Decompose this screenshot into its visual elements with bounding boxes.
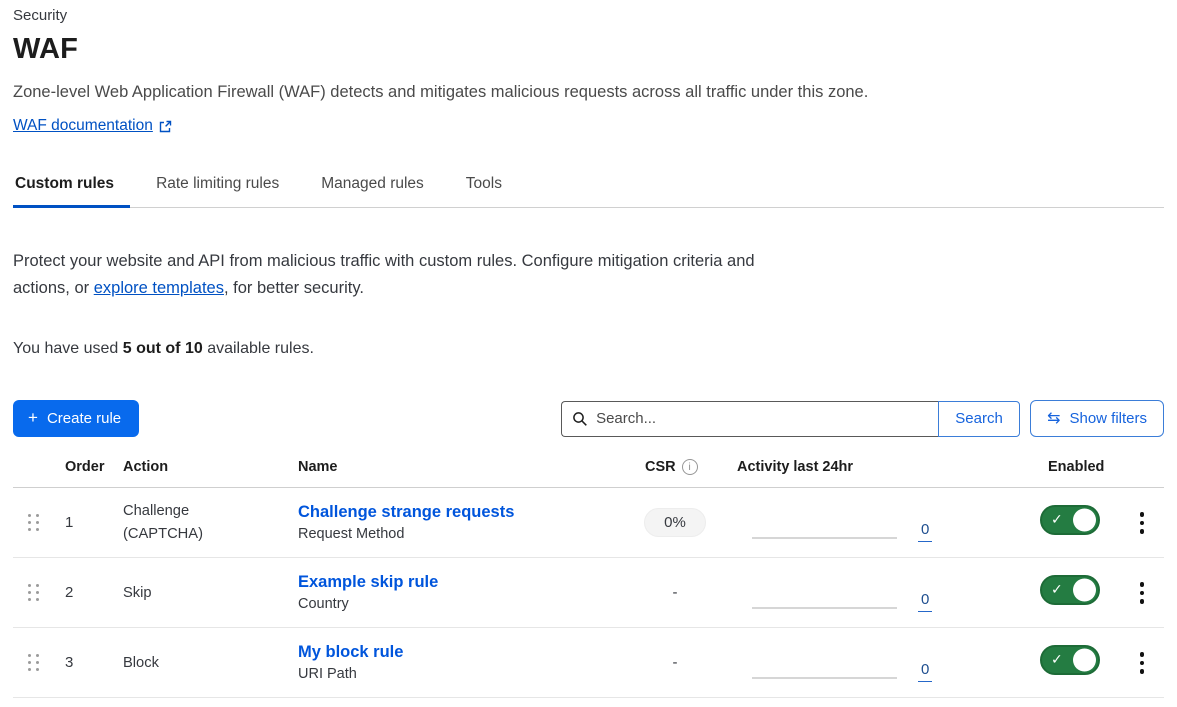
custom-rules-table: Order Action Name CSR i Activity last 24… <box>13 459 1164 698</box>
rule-name-cell: My block rule URI Path <box>285 643 630 682</box>
activity-sparkline <box>752 677 897 679</box>
create-rule-label: Create rule <box>47 410 121 427</box>
page-description: Zone-level Web Application Firewall (WAF… <box>13 83 1164 102</box>
intro-text-after: , for better security. <box>224 279 364 297</box>
search-box: Search <box>561 401 1020 437</box>
table-row-example-skip-rule: 2 Skip Example skip rule Country - 0 ✓ <box>13 558 1164 628</box>
waf-page: Security WAF Zone-level Web Application … <box>13 0 1164 698</box>
rule-field: Request Method <box>298 526 630 542</box>
enabled-cell: ✓ <box>1030 505 1120 540</box>
doc-link-label: WAF documentation <box>13 117 153 135</box>
rule-field: URI Path <box>298 666 630 682</box>
usage-count: 5 out of 10 <box>123 340 203 357</box>
column-header-name: Name <box>285 459 630 475</box>
rule-action: Skip <box>110 582 235 605</box>
rule-action: Block <box>110 652 235 675</box>
intro-text: Protect your website and API from malici… <box>13 248 758 302</box>
rule-name-link[interactable]: Challenge strange requests <box>298 503 630 522</box>
rules-toolbar: + Create rule Search ⇆ Show filt <box>13 400 1164 437</box>
csr-header-label: CSR <box>645 459 676 475</box>
csr-cell: - <box>630 654 720 671</box>
activity-cell: 0 <box>720 592 1030 612</box>
tab-bar: Custom rules Rate limiting rules Managed… <box>13 167 1164 208</box>
check-icon: ✓ <box>1051 582 1063 599</box>
create-rule-button[interactable]: + Create rule <box>13 400 139 437</box>
plus-icon: + <box>28 409 38 426</box>
show-filters-label: Show filters <box>1069 410 1147 427</box>
rule-field: Country <box>298 596 630 612</box>
csr-badge: 0% <box>644 508 706 537</box>
external-link-icon <box>159 120 172 133</box>
drag-handle-icon[interactable] <box>28 654 40 671</box>
rule-name-link[interactable]: Example skip rule <box>298 573 630 592</box>
activity-count-link[interactable]: 0 <box>918 522 932 542</box>
activity-sparkline <box>752 537 897 539</box>
check-icon: ✓ <box>1051 512 1063 529</box>
tab-custom-rules[interactable]: Custom rules <box>13 167 116 207</box>
activity-count-link[interactable]: 0 <box>918 592 932 612</box>
toggle-knob <box>1073 579 1096 602</box>
usage-text-before: You have used <box>13 340 123 357</box>
enabled-cell: ✓ <box>1030 575 1120 610</box>
enabled-cell: ✓ <box>1030 645 1120 680</box>
page-title: WAF <box>13 33 1164 66</box>
usage-text-after: available rules. <box>203 340 314 357</box>
rule-order: 2 <box>57 584 110 601</box>
explore-templates-link[interactable]: explore templates <box>94 279 224 297</box>
drag-handle-icon[interactable] <box>28 514 40 531</box>
rule-name-cell: Example skip rule Country <box>285 573 630 612</box>
table-row-challenge-strange-requests: 1 Challenge (CAPTCHA) Challenge strange … <box>13 488 1164 558</box>
rule-name-link[interactable]: My block rule <box>298 643 630 662</box>
activity-sparkline <box>752 607 897 609</box>
search-field <box>561 401 938 437</box>
tab-tools[interactable]: Tools <box>464 167 504 207</box>
waf-documentation-link[interactable]: WAF documentation <box>13 117 172 135</box>
swap-arrows-icon: ⇆ <box>1047 411 1060 427</box>
kebab-menu-icon[interactable] <box>1132 507 1153 539</box>
rule-action: Challenge (CAPTCHA) <box>110 500 235 546</box>
check-icon: ✓ <box>1051 652 1063 669</box>
activity-count-link[interactable]: 0 <box>918 662 932 682</box>
table-header-row: Order Action Name CSR i Activity last 24… <box>13 459 1164 488</box>
column-header-activity: Activity last 24hr <box>720 459 1030 475</box>
toggle-knob <box>1073 649 1096 672</box>
enabled-toggle[interactable]: ✓ <box>1040 575 1100 605</box>
search-icon <box>572 411 588 427</box>
info-icon[interactable]: i <box>682 459 698 475</box>
csr-cell: 0% <box>630 508 720 537</box>
column-header-csr: CSR i <box>630 459 720 475</box>
rule-order: 3 <box>57 654 110 671</box>
toggle-knob <box>1073 509 1096 532</box>
kebab-menu-icon[interactable] <box>1132 647 1153 679</box>
activity-cell: 0 <box>720 662 1030 682</box>
usage-summary: You have used 5 out of 10 available rule… <box>13 340 1164 358</box>
drag-handle-icon[interactable] <box>28 584 40 601</box>
table-row-my-block-rule: 3 Block My block rule URI Path - 0 ✓ <box>13 628 1164 698</box>
column-header-order: Order <box>57 459 110 475</box>
csr-cell: - <box>630 584 720 601</box>
kebab-menu-icon[interactable] <box>1132 577 1153 609</box>
breadcrumb: Security <box>13 7 1164 24</box>
tab-rate-limiting-rules[interactable]: Rate limiting rules <box>154 167 281 207</box>
column-header-action: Action <box>110 459 285 475</box>
rule-order: 1 <box>57 514 110 531</box>
show-filters-button[interactable]: ⇆ Show filters <box>1030 400 1164 437</box>
activity-cell: 0 <box>720 522 1030 542</box>
search-input[interactable] <box>596 410 928 427</box>
column-header-enabled: Enabled <box>1030 459 1120 475</box>
enabled-toggle[interactable]: ✓ <box>1040 505 1100 535</box>
tab-managed-rules[interactable]: Managed rules <box>319 167 426 207</box>
rule-name-cell: Challenge strange requests Request Metho… <box>285 503 630 542</box>
search-button[interactable]: Search <box>938 401 1020 437</box>
enabled-toggle[interactable]: ✓ <box>1040 645 1100 675</box>
